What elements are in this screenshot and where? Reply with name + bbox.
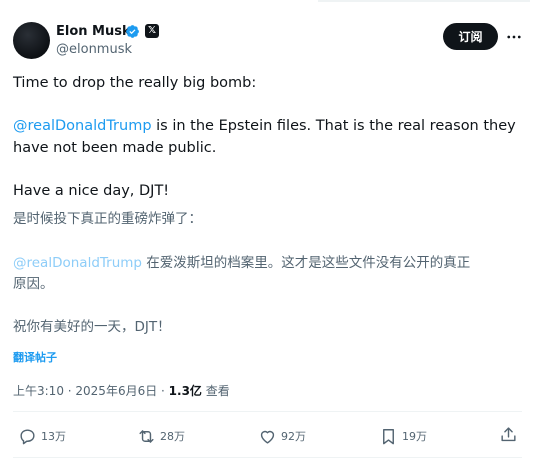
translate-post-link[interactable]: 翻译帖子	[13, 349, 57, 365]
translation-mention-link[interactable]: @realDonaldTrump	[13, 255, 142, 271]
tweet-line-2: @realDonaldTrump is in the Epstein files…	[13, 116, 516, 137]
reply-button[interactable]: 13万	[18, 425, 66, 447]
tweet-line-4: Have a nice day, DJT!	[13, 183, 170, 199]
bookmark-icon	[383, 428, 394, 444]
repost-count: 28万	[160, 430, 185, 443]
reply-count: 13万	[41, 430, 66, 443]
mention-link[interactable]: @realDonaldTrump	[13, 118, 152, 134]
translation-line-4: 祝你有美好的一天，DJT！	[13, 319, 171, 335]
tweet-time[interactable]: 上午3:10	[13, 384, 64, 398]
author-handle[interactable]: @elonmusk	[56, 42, 132, 57]
reply-icon	[20, 428, 35, 444]
meta-separator: ·	[63, 384, 76, 398]
more-horizontal-icon[interactable]	[505, 28, 523, 46]
top-divider	[318, 0, 530, 2]
divider	[13, 411, 522, 412]
author-name[interactable]: Elon Musk	[56, 24, 131, 39]
tweet-meta: 上午3:10 · 2025年6月6日 · 1.3亿 查看	[13, 382, 230, 399]
subscribe-button[interactable]: 订阅	[443, 23, 498, 50]
repost-button[interactable]: 28万	[137, 425, 185, 447]
view-label: 查看	[201, 384, 230, 398]
x-affiliate-badge-icon: 𝕏	[145, 24, 159, 38]
tweet-line-3: have not been made public.	[13, 140, 217, 156]
translation-line-3: 原因。	[13, 276, 54, 292]
like-button[interactable]: 92万	[258, 425, 306, 447]
share-icon[interactable]	[499, 425, 518, 444]
meta-separator: ·	[157, 384, 169, 398]
tweet-line-1: Time to drop the really big bomb:	[13, 75, 257, 91]
translation-line-2-text: 在爱泼斯坦的档案里。这才是这些文件没有公开的真正	[141, 255, 471, 271]
avatar[interactable]	[13, 22, 50, 59]
like-count: 92万	[281, 430, 306, 443]
translation-line-1: 是时候投下真正的重磅炸弹了：	[13, 211, 202, 227]
heart-icon	[260, 430, 275, 444]
verified-badge-icon	[126, 25, 139, 38]
tweet-line-2-text: is in the Epstein files. That is the rea…	[151, 118, 516, 134]
bookmark-button[interactable]: 19万	[379, 425, 427, 447]
view-count: 1.3亿	[168, 384, 202, 398]
bookmark-count: 19万	[402, 430, 427, 443]
translation-line-2: @realDonaldTrump 在爱泼斯坦的档案里。这才是这些文件没有公开的真…	[13, 253, 470, 274]
tweet-date[interactable]: 2025年6月6日	[75, 384, 157, 398]
repost-icon	[139, 429, 154, 443]
